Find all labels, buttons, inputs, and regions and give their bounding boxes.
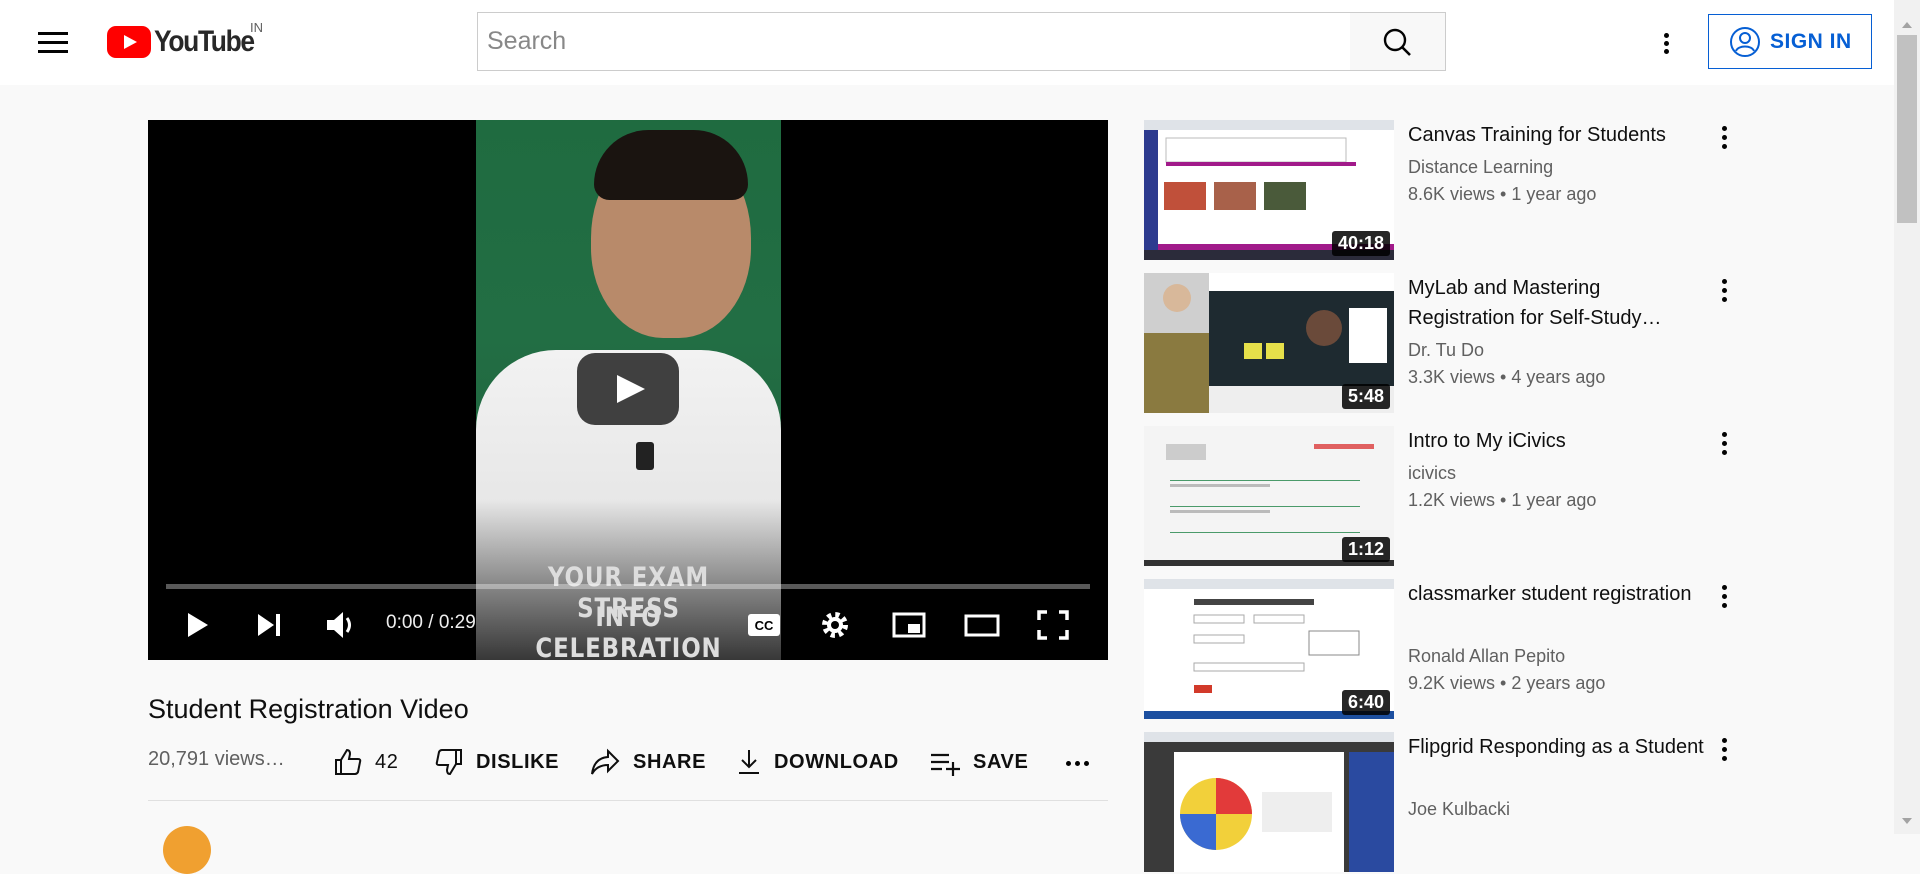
thumbs-down-icon bbox=[435, 749, 462, 776]
video-duration: 6:40 bbox=[1341, 690, 1390, 715]
channel-avatar[interactable] bbox=[163, 826, 211, 874]
recommended-channel[interactable]: Joe Kulbacki bbox=[1408, 799, 1510, 820]
youtube-logo[interactable]: YouTube IN bbox=[107, 20, 267, 59]
recommended-channel[interactable]: icivics bbox=[1408, 463, 1456, 484]
view-count[interactable]: 20,791 views… bbox=[148, 748, 285, 771]
sign-in-button[interactable]: SIGN IN bbox=[1708, 14, 1872, 69]
recommended-video[interactable]: 1:12 Intro to My iCivics icivics 1.2K vi… bbox=[1144, 426, 1744, 566]
divider bbox=[148, 800, 1108, 801]
recommended-video[interactable]: Flipgrid Responding as a Student Joe Kul… bbox=[1144, 732, 1744, 872]
action-menu-icon[interactable] bbox=[1719, 277, 1731, 305]
settings-menu-icon[interactable] bbox=[1657, 28, 1677, 58]
download-button[interactable]: DOWNLOAD bbox=[736, 744, 899, 780]
svg-text:CC: CC bbox=[755, 618, 774, 633]
miniplayer-icon[interactable] bbox=[891, 605, 927, 645]
video-overlay-line2: INTO CELEBRATION bbox=[535, 602, 722, 660]
video-thumbnail[interactable]: 5:48 bbox=[1144, 273, 1394, 413]
search-input[interactable] bbox=[478, 13, 1351, 70]
recommended-meta: 1.2K views • 1 year ago bbox=[1408, 490, 1597, 510]
recommended-meta: 9.2K views • 2 years ago bbox=[1408, 673, 1606, 693]
page-scrollbar[interactable] bbox=[1894, 0, 1920, 834]
video-title: Student Registration Video bbox=[148, 694, 469, 724]
share-label: SHARE bbox=[633, 750, 707, 773]
scrollbar-thumb[interactable] bbox=[1897, 35, 1917, 223]
action-menu-icon[interactable] bbox=[1719, 430, 1731, 458]
logo-text: YouTube bbox=[154, 25, 255, 58]
settings-icon[interactable] bbox=[818, 605, 852, 645]
next-icon[interactable] bbox=[254, 605, 284, 645]
share-icon bbox=[591, 748, 620, 775]
download-label: DOWNLOAD bbox=[774, 750, 899, 773]
more-actions-icon[interactable] bbox=[1066, 760, 1092, 768]
recommended-title[interactable]: MyLab and Mastering Registration for Sel… bbox=[1408, 273, 1708, 333]
recommended-title[interactable]: Intro to My iCivics bbox=[1408, 426, 1708, 456]
dislike-label: DISLIKE bbox=[476, 750, 560, 773]
progress-bar[interactable] bbox=[166, 584, 1090, 589]
action-menu-icon[interactable] bbox=[1719, 124, 1731, 152]
recommended-meta: 3.3K views • 4 years ago bbox=[1408, 367, 1606, 387]
youtube-play-icon bbox=[107, 26, 151, 58]
large-play-button[interactable] bbox=[577, 353, 679, 425]
presenter-hair bbox=[594, 130, 748, 200]
thumbs-up-icon bbox=[335, 748, 362, 775]
recommended-channel[interactable]: Dr. Tu Do bbox=[1408, 340, 1484, 361]
download-icon bbox=[739, 750, 759, 774]
fullscreen-icon[interactable] bbox=[1036, 605, 1070, 645]
sign-in-label: SIGN IN bbox=[1770, 29, 1852, 53]
video-thumbnail[interactable]: 40:18 bbox=[1144, 120, 1394, 260]
recommended-channel[interactable]: Ronald Allan Pepito bbox=[1408, 646, 1565, 667]
video-thumbnail[interactable] bbox=[1144, 732, 1394, 872]
video-duration: 5:48 bbox=[1341, 384, 1390, 409]
account-icon bbox=[1730, 26, 1760, 57]
recommended-video[interactable]: 6:40 classmarker student registration Ro… bbox=[1144, 579, 1744, 719]
action-menu-icon[interactable] bbox=[1719, 736, 1731, 764]
video-player[interactable]: YOUR EXAM STRESS INTO CELEBRATION 0:00 /… bbox=[148, 120, 1108, 660]
share-button[interactable]: SHARE bbox=[589, 744, 706, 780]
playlist-add-icon bbox=[931, 753, 960, 776]
time-display: 0:00 / 0:29 bbox=[386, 612, 476, 633]
volume-icon[interactable] bbox=[324, 605, 358, 645]
search-icon bbox=[1383, 28, 1411, 56]
theater-mode-icon[interactable] bbox=[963, 605, 1001, 645]
recommended-meta: 8.6K views • 1 year ago bbox=[1408, 184, 1597, 204]
country-code: IN bbox=[250, 20, 263, 35]
recommended-title[interactable]: Canvas Training for Students bbox=[1408, 120, 1708, 150]
video-thumbnail[interactable]: 1:12 bbox=[1144, 426, 1394, 566]
recommended-video[interactable]: 40:18 Canvas Training for Students Dista… bbox=[1144, 120, 1744, 260]
video-duration: 1:12 bbox=[1341, 537, 1390, 562]
captions-icon[interactable]: CC bbox=[746, 605, 782, 645]
recommended-video[interactable]: 5:48 MyLab and Mastering Registration fo… bbox=[1144, 273, 1744, 413]
like-button[interactable]: 42 bbox=[333, 744, 398, 780]
video-thumbnail[interactable]: 6:40 bbox=[1144, 579, 1394, 719]
video-duration: 40:18 bbox=[1331, 231, 1390, 256]
masthead: YouTube IN SIGN IN bbox=[0, 0, 1894, 85]
search-button[interactable] bbox=[1350, 12, 1446, 71]
search-box bbox=[477, 12, 1351, 71]
scroll-down-arrow-icon[interactable] bbox=[1902, 818, 1912, 824]
thumbnail-image bbox=[1144, 732, 1394, 872]
dislike-button[interactable]: DISLIKE bbox=[434, 744, 559, 780]
recommended-title[interactable]: classmarker student registration bbox=[1408, 579, 1708, 609]
save-label: SAVE bbox=[973, 750, 1029, 773]
like-count: 42 bbox=[375, 750, 399, 773]
scroll-up-arrow-icon[interactable] bbox=[1902, 22, 1912, 28]
recommended-channel[interactable]: Distance Learning bbox=[1408, 157, 1553, 178]
play-icon[interactable] bbox=[182, 605, 212, 645]
recommended-title[interactable]: Flipgrid Responding as a Student bbox=[1408, 732, 1708, 762]
menu-icon[interactable] bbox=[38, 30, 68, 54]
action-menu-icon[interactable] bbox=[1719, 583, 1731, 611]
lapel-mic bbox=[636, 442, 654, 470]
save-button[interactable]: SAVE bbox=[929, 744, 1028, 780]
